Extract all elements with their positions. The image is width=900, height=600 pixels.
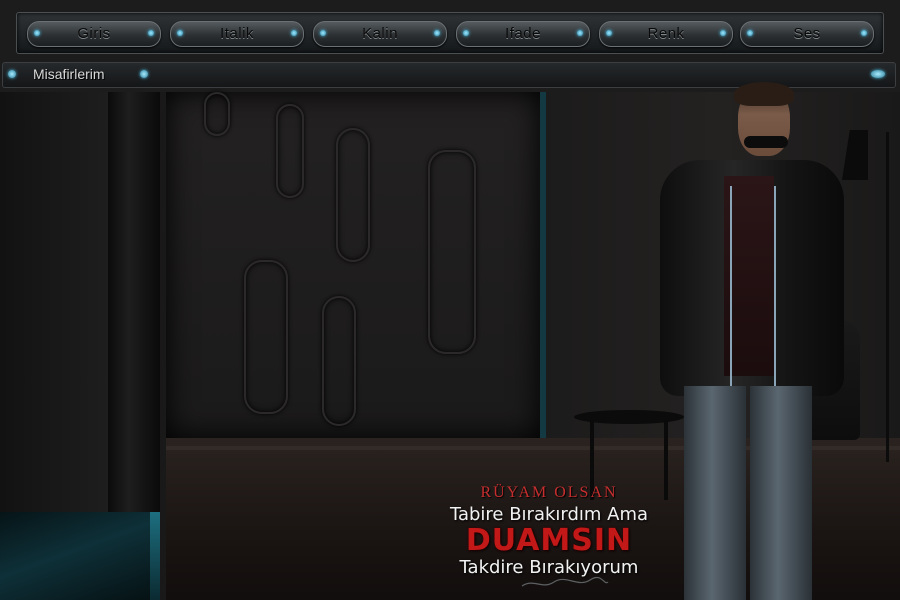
ifade-button[interactable]: Ifade xyxy=(456,21,590,47)
man-sunglasses xyxy=(744,136,788,148)
poem-overlay: RÜYAM OLSAN Tabire Bırakırdım Ama DUAMSI… xyxy=(420,484,678,578)
scene-wall-panel xyxy=(166,92,546,438)
guests-toggle-icon[interactable] xyxy=(8,70,16,78)
italik-button-label: Italik xyxy=(220,25,254,42)
indicator-dot-icon xyxy=(861,30,867,36)
indicator-dot-icon xyxy=(291,30,297,36)
panel-relief xyxy=(244,260,288,414)
panel-relief xyxy=(276,104,304,198)
renk-button[interactable]: Renk xyxy=(599,21,733,47)
poem-line-3: DUAMSIN xyxy=(465,523,633,558)
poem-line-2: Tabire Bırakırdım Ama xyxy=(449,504,649,525)
scene-teal-edge xyxy=(150,512,160,600)
renk-button-label: Renk xyxy=(647,25,685,42)
scene-lamp-pole xyxy=(886,132,889,462)
poem-line-1: RÜYAM OLSAN xyxy=(480,484,618,501)
toolbar-button-strip: Giris Italik Kalin Ifade Renk Ses xyxy=(16,12,884,54)
guests-expand-icon[interactable] xyxy=(871,70,885,78)
kalin-button-label: Kalin xyxy=(362,25,398,42)
ifade-button-label: Ifade xyxy=(505,25,541,42)
italik-button[interactable]: Italik xyxy=(170,21,304,47)
scene-teal-corner xyxy=(0,512,160,600)
poem-line-4: Takdire Bırakıyorum xyxy=(459,557,639,578)
indicator-dot-icon xyxy=(720,30,726,36)
panel-relief xyxy=(322,296,356,426)
indicator-dot-icon xyxy=(140,70,148,78)
indicator-dot-icon xyxy=(577,30,583,36)
panel-relief xyxy=(204,92,230,136)
man-zip-line xyxy=(774,186,776,386)
ses-button[interactable]: Ses xyxy=(740,21,874,47)
giris-button[interactable]: Giris xyxy=(27,21,161,47)
panel-relief xyxy=(428,150,476,354)
indicator-dot-icon xyxy=(434,30,440,36)
man-figure xyxy=(650,82,850,600)
man-zip-line xyxy=(730,186,732,386)
kalin-button[interactable]: Kalin xyxy=(313,21,447,47)
man-right-leg xyxy=(750,386,812,600)
ses-button-label: Ses xyxy=(793,25,821,42)
indicator-dot-icon xyxy=(148,30,154,36)
signature-mark xyxy=(521,576,609,587)
giris-button-label: Giris xyxy=(77,25,111,42)
toolbar: Giris Italik Kalin Ifade Renk Ses Misafi… xyxy=(0,0,900,93)
man-left-leg xyxy=(684,386,746,600)
guests-label[interactable]: Misafirlerim xyxy=(33,66,105,82)
panel-relief xyxy=(336,128,370,262)
scene-pillar xyxy=(108,92,160,512)
man-hair xyxy=(734,82,794,106)
